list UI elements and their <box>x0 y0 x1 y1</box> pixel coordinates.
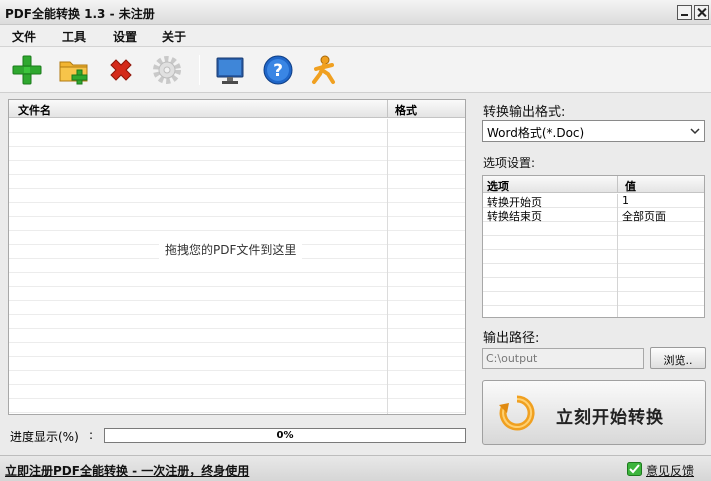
menu-file[interactable]: 文件 <box>12 28 36 45</box>
menu-tools[interactable]: 工具 <box>62 28 86 45</box>
add-file-button[interactable] <box>10 53 44 87</box>
option-value[interactable]: 全部页面 <box>622 208 666 224</box>
column-header-format-cell[interactable]: 格式 <box>387 100 465 118</box>
options-header-value-cell: 值 <box>617 176 704 193</box>
options-header-value: 值 <box>625 180 636 193</box>
output-format-label: 转换输出格式: <box>483 105 566 120</box>
status-bar: 立即注册PDF全能转换 - 一次注册，终身使用 意见反馈 <box>0 455 711 481</box>
add-folder-icon <box>59 61 88 85</box>
option-value[interactable]: 1 <box>622 194 629 207</box>
monitor-button[interactable] <box>213 53 247 87</box>
help-button[interactable]: ? <box>261 53 295 87</box>
output-format-value: Word格式(*.Doc) <box>487 126 585 140</box>
add-file-icon <box>12 55 42 85</box>
svg-text:?: ? <box>273 61 283 81</box>
start-convert-label: 立刻开始转换 <box>556 408 664 428</box>
output-path-label: 输出路径: <box>483 331 540 346</box>
column-divider <box>387 119 388 414</box>
delete-button[interactable] <box>104 53 138 87</box>
menu-about[interactable]: 关于 <box>162 28 186 45</box>
checkmark-icon <box>627 462 642 476</box>
options-label: 选项设置: <box>483 156 536 170</box>
options-row[interactable]: 转换结束页 全部页面 <box>483 208 704 224</box>
toolbar: ? <box>0 47 711 93</box>
chevron-down-icon <box>690 128 700 135</box>
menu-settings[interactable]: 设置 <box>113 28 137 45</box>
settings-icon <box>153 56 181 84</box>
option-name: 转换结束页 <box>487 210 542 223</box>
toolbar-separator <box>199 55 200 85</box>
running-man-button[interactable] <box>307 53 341 87</box>
browse-button[interactable]: 浏览.. <box>650 347 706 369</box>
register-link[interactable]: 立即注册PDF全能转换 - 一次注册，终身使用 <box>5 462 249 479</box>
running-man-icon <box>312 55 335 84</box>
browse-button-label: 浏览.. <box>663 354 693 367</box>
options-table-body: 转换开始页 1 转换结束页 全部页面 <box>483 194 704 317</box>
refresh-icon <box>499 395 535 431</box>
column-header-filename[interactable]: 文件名 <box>18 102 51 118</box>
options-table[interactable]: 选项 值 转换开始页 1 转换结束页 全部页面 <box>482 175 705 318</box>
feedback-label: 意见反馈 <box>646 464 695 478</box>
progress-colon: : <box>89 428 94 442</box>
menu-bar: 文件 工具 设置 关于 <box>0 25 711 47</box>
file-list-header: 文件名 格式 <box>9 100 465 118</box>
drop-hint: 拖拽您的PDF文件到这里 <box>159 239 303 260</box>
options-row[interactable]: 转换开始页 1 <box>483 194 704 209</box>
title-bar: PDF全能转换 1.3 - 未注册 <box>0 0 711 25</box>
options-table-header: 选项 值 <box>483 176 704 193</box>
delete-icon <box>110 59 132 81</box>
help-icon: ? <box>263 55 293 85</box>
start-convert-button[interactable]: 立刻开始转换 <box>482 380 706 445</box>
column-header-format: 格式 <box>395 104 417 117</box>
output-format-select[interactable]: Word格式(*.Doc) <box>482 120 705 142</box>
add-folder-button[interactable] <box>57 53 91 87</box>
progress-label: 进度显示(%) <box>10 430 79 444</box>
monitor-icon <box>216 57 244 84</box>
minimize-button[interactable] <box>677 5 692 20</box>
output-path-input[interactable]: C:\output <box>482 348 644 369</box>
output-path-value: C:\output <box>486 352 538 365</box>
window-title: PDF全能转换 1.3 - 未注册 <box>5 7 155 21</box>
progress-text: 0% <box>276 430 294 441</box>
close-button[interactable] <box>694 5 709 20</box>
file-list-body[interactable] <box>9 119 465 414</box>
options-header-option: 选项 <box>487 180 509 193</box>
settings-button[interactable] <box>150 53 184 87</box>
progress-bar: 0% <box>104 428 466 443</box>
